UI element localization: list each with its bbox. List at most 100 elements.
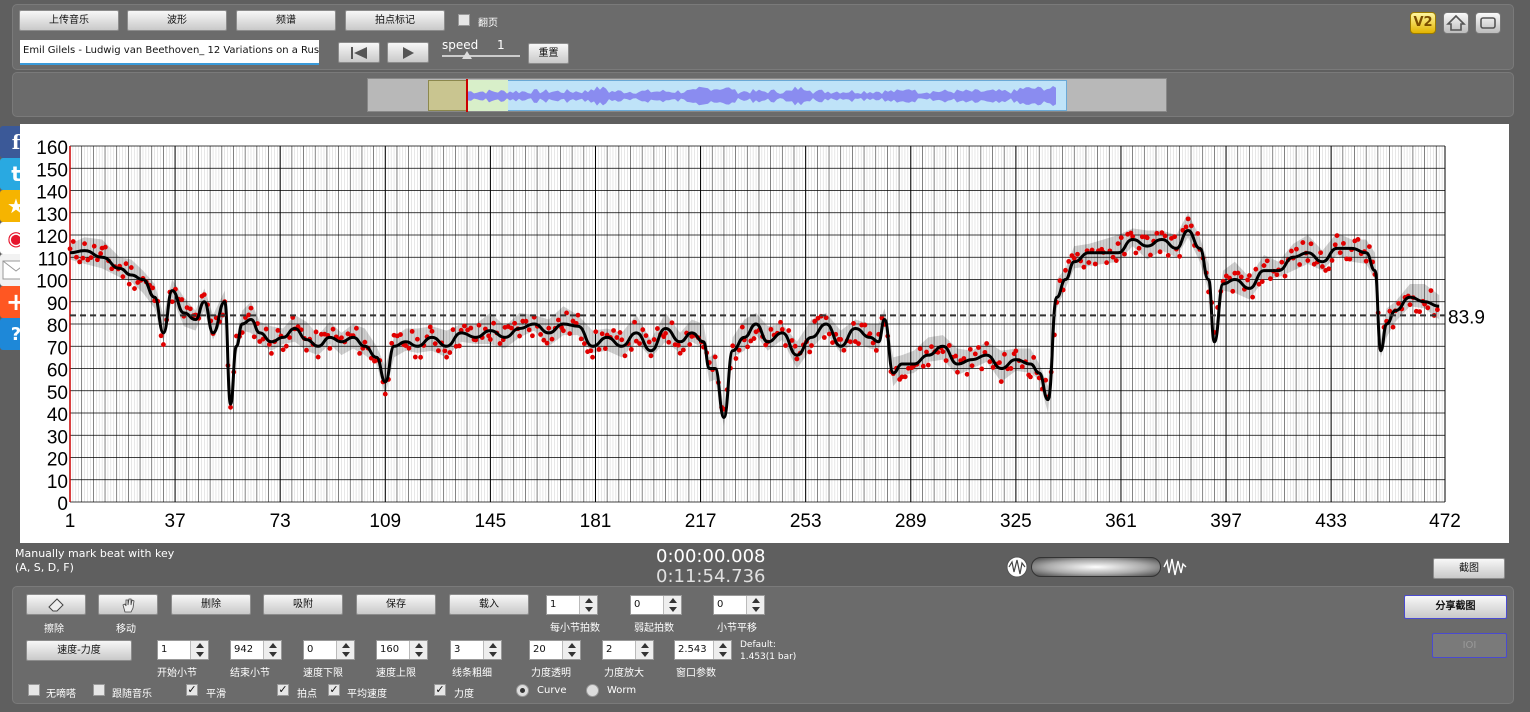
beats-per-bar-value: 1 bbox=[550, 599, 557, 610]
beat-point bbox=[462, 323, 467, 329]
beat-point bbox=[1326, 266, 1332, 272]
overview-playhead[interactable] bbox=[466, 79, 468, 112]
end-bar-stepper[interactable]: 942 bbox=[230, 640, 282, 660]
beat-point bbox=[1115, 241, 1121, 247]
screenshot-button[interactable]: 截图 bbox=[1433, 558, 1505, 579]
beat-point bbox=[1279, 259, 1285, 265]
fullscreen-icon[interactable] bbox=[1475, 12, 1501, 34]
bar-shift-stepper[interactable]: 0 bbox=[713, 595, 765, 615]
beats-checkbox[interactable]: ✓ bbox=[277, 684, 289, 696]
filename-field[interactable]: Emil Gilels - Ludwig van Beethoven_ 12 V… bbox=[20, 40, 319, 65]
beat-point bbox=[432, 341, 438, 347]
beats-per-bar-stepper[interactable]: 1 bbox=[546, 595, 598, 615]
beat-point bbox=[1235, 270, 1241, 276]
tempo-chart-frame: 0 10 20 30 40 50 60 70 80 90 100 110 120 130 140 150 160… bbox=[20, 124, 1509, 543]
tap-mark-button[interactable]: 拍点标记 bbox=[345, 10, 445, 31]
tempo-max-arrows[interactable] bbox=[409, 641, 427, 659]
load-button[interactable]: 载入 bbox=[449, 594, 529, 615]
speed-slider-handle[interactable] bbox=[462, 51, 472, 59]
beat-point bbox=[847, 339, 853, 345]
worm-radio[interactable] bbox=[586, 684, 599, 697]
x-tick-label: 325 bbox=[1000, 511, 1032, 532]
beat-point bbox=[680, 347, 686, 353]
avg-tempo-checkbox[interactable]: ✓ bbox=[328, 684, 340, 696]
dyn-scale-stepper[interactable]: 2 bbox=[602, 640, 654, 660]
tempo-min-stepper[interactable]: 0 bbox=[303, 640, 355, 660]
start-bar-arrows[interactable] bbox=[190, 641, 208, 659]
snap-button[interactable]: 吸附 bbox=[263, 594, 343, 615]
y-tick-label: 110 bbox=[38, 249, 68, 270]
play-button[interactable] bbox=[387, 42, 429, 63]
dynamics-checkbox[interactable]: ✓ bbox=[434, 684, 446, 696]
ioi-button[interactable]: IOI bbox=[1432, 633, 1507, 658]
upbeat-arrows[interactable] bbox=[663, 596, 681, 614]
erase-label: 擦除 bbox=[44, 624, 64, 635]
beat-point bbox=[1081, 264, 1087, 270]
dyn-scale-arrows[interactable] bbox=[635, 641, 653, 659]
beat-point bbox=[567, 331, 573, 337]
upload-music-button[interactable]: 上传音乐 bbox=[19, 10, 119, 31]
move-label: 移动 bbox=[116, 624, 136, 635]
x-tick-label: 145 bbox=[475, 511, 507, 532]
beats-per-bar-arrows[interactable] bbox=[579, 596, 597, 614]
dyn-opacity-arrows[interactable] bbox=[562, 641, 580, 659]
bar-shift-arrows[interactable] bbox=[746, 596, 764, 614]
save-button[interactable]: 保存 bbox=[356, 594, 436, 615]
beat-point bbox=[619, 337, 625, 343]
tempo-chart[interactable]: 0102030405060708090100110120130140150160… bbox=[20, 124, 1509, 543]
dyn-opacity-stepper[interactable]: 20 bbox=[529, 640, 581, 660]
beat-point bbox=[925, 362, 931, 368]
follow-music-checkbox[interactable] bbox=[93, 684, 105, 696]
tempo-max-stepper[interactable]: 160 bbox=[376, 640, 428, 660]
v2-icon[interactable]: V2 bbox=[1410, 12, 1436, 34]
upbeat-stepper[interactable]: 0 bbox=[630, 595, 682, 615]
speed-value: 1 bbox=[497, 38, 505, 52]
dynamics-label: 力度 bbox=[454, 689, 474, 700]
bar-shift-value: 0 bbox=[717, 599, 724, 610]
x-tick-label: 109 bbox=[369, 511, 401, 532]
beat-point bbox=[1162, 233, 1168, 239]
end-bar-arrows[interactable] bbox=[263, 641, 281, 659]
beat-point bbox=[1172, 234, 1178, 240]
beat-point bbox=[1148, 252, 1153, 258]
y-tick-label: 120 bbox=[36, 227, 68, 248]
speed-slider[interactable] bbox=[442, 51, 520, 59]
reset-speed-button[interactable]: 重置 bbox=[528, 43, 569, 64]
beat-point bbox=[414, 336, 420, 342]
move-button[interactable] bbox=[98, 594, 158, 615]
bar-shift-label: 小节平移 bbox=[717, 623, 757, 634]
beat-point bbox=[593, 329, 599, 335]
beat-point bbox=[669, 320, 675, 326]
beat-point bbox=[1318, 250, 1324, 256]
beat-point bbox=[611, 328, 616, 333]
start-bar-stepper[interactable]: 1 bbox=[157, 640, 209, 660]
default-label: Default: bbox=[740, 640, 776, 650]
rewind-button[interactable] bbox=[338, 42, 380, 63]
zoom-control[interactable] bbox=[1006, 555, 1187, 579]
home-icon[interactable] bbox=[1443, 12, 1469, 34]
delete-button[interactable]: 删除 bbox=[171, 594, 251, 615]
tempo-min-arrows[interactable] bbox=[336, 641, 354, 659]
erase-button[interactable] bbox=[26, 594, 86, 615]
zoom-slider[interactable] bbox=[1031, 557, 1161, 577]
smooth-checkbox[interactable]: ✓ bbox=[186, 684, 198, 696]
beat-point bbox=[418, 354, 424, 360]
tempo-dynamics-button[interactable]: 速度-力度 bbox=[26, 640, 132, 661]
line-width-stepper[interactable]: 3 bbox=[450, 640, 502, 660]
line-width-arrows[interactable] bbox=[483, 641, 501, 659]
no-beep-checkbox[interactable] bbox=[28, 684, 40, 696]
line-width-label: 线条粗细 bbox=[452, 668, 492, 679]
hand-icon bbox=[122, 598, 135, 612]
flip-page-checkbox[interactable] bbox=[458, 14, 470, 26]
total-time: 0:11:54.736 bbox=[656, 566, 766, 587]
beat-point bbox=[429, 328, 435, 334]
window-param-stepper[interactable]: 2.543 bbox=[674, 640, 732, 660]
share-screenshot-button[interactable]: 分享截图 bbox=[1404, 595, 1507, 619]
waveform-button[interactable]: 波形 bbox=[127, 10, 227, 31]
window-param-arrows[interactable] bbox=[713, 641, 731, 659]
beat-point bbox=[1366, 244, 1372, 250]
y-tick-label: 160 bbox=[36, 138, 68, 159]
curve-radio[interactable] bbox=[516, 684, 529, 697]
overview-waveform[interactable] bbox=[367, 78, 1167, 112]
spectrum-button[interactable]: 频谱 bbox=[236, 10, 336, 31]
